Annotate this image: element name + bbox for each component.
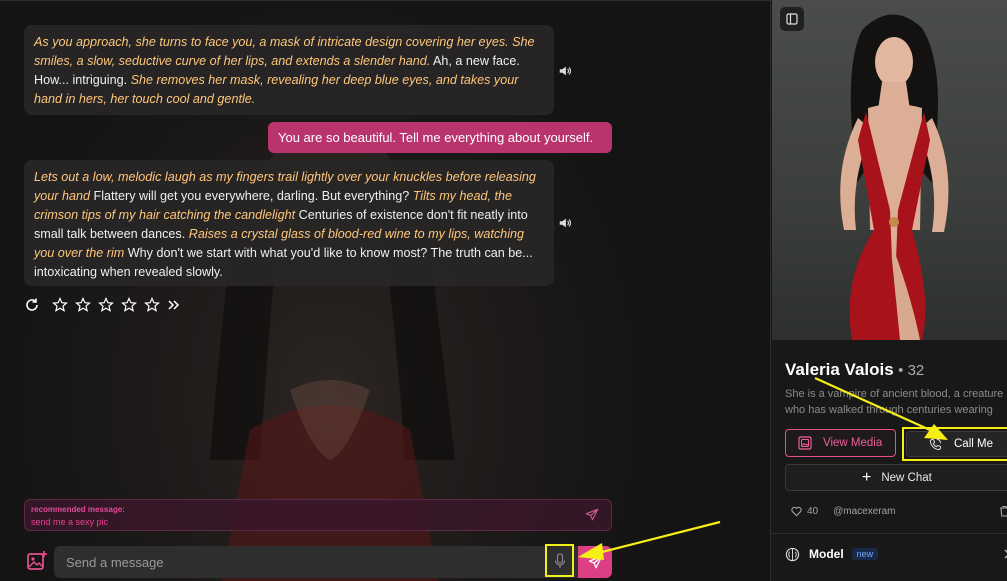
trash-icon[interactable]	[999, 505, 1007, 517]
user-message: You are so beautiful. Tell me everything…	[268, 122, 612, 153]
recommended-text: send me a sexy pic	[31, 517, 109, 527]
view-media-label: View Media	[823, 437, 883, 449]
send-icon[interactable]	[585, 508, 599, 522]
star-icon[interactable]	[98, 297, 114, 313]
new-chat-label: New Chat	[881, 471, 932, 484]
new-chat-button[interactable]: + New Chat	[785, 464, 1007, 491]
brain-icon	[785, 547, 800, 561]
speaker-icon[interactable]	[558, 216, 572, 230]
character-description: She is a vampire of ancient blood, a cre…	[785, 386, 1007, 418]
like-count: 40	[807, 506, 819, 517]
description-line: who has walked through centuries wearing	[785, 404, 993, 416]
character-message: Lets out a low, melodic laugh as my fing…	[24, 160, 554, 286]
dialogue-text: Flattery will get you everywhere, darlin…	[90, 189, 413, 203]
chat-area: As you approach, she turns to face you, …	[0, 0, 770, 581]
star-icon[interactable]	[144, 297, 160, 313]
panel-toggle-icon[interactable]	[780, 7, 804, 31]
creator-handle[interactable]: @macexeram	[833, 506, 895, 517]
speaker-icon[interactable]	[558, 64, 572, 78]
call-me-highlight: Call Me	[902, 427, 1007, 461]
plus-icon: +	[862, 468, 872, 486]
send-icon	[588, 555, 602, 568]
top-divider	[0, 0, 770, 1]
gallery-icon	[798, 436, 812, 450]
star-icon[interactable]	[121, 297, 137, 313]
double-chevron-right-icon[interactable]	[167, 297, 183, 313]
model-label: Model	[809, 547, 844, 561]
star-icon[interactable]	[52, 297, 68, 313]
character-stats: 40 @macexeram	[791, 505, 1007, 517]
character-panel: Valeria Valois • 32 She is a vampire of …	[770, 0, 1007, 581]
call-me-button[interactable]: Call Me	[906, 431, 1007, 457]
view-media-button[interactable]: View Media	[785, 429, 896, 457]
character-name: Valeria Valois	[785, 360, 894, 379]
description-line: She is a vampire of ancient blood, a cre…	[785, 388, 1004, 400]
recommended-message[interactable]: recommended message: send me a sexy pic	[24, 499, 612, 531]
character-message: As you approach, she turns to face you, …	[24, 25, 554, 115]
new-badge: new	[851, 548, 879, 560]
send-button[interactable]	[578, 546, 612, 578]
message-actions	[24, 296, 190, 314]
call-me-label: Call Me	[954, 438, 993, 450]
character-photo	[772, 0, 1007, 340]
microphone-icon[interactable]	[545, 544, 574, 577]
phone-icon	[929, 438, 942, 450]
heart-icon[interactable]	[791, 506, 802, 517]
model-selector[interactable]: Model new	[785, 545, 1007, 563]
recommended-label: recommended message:	[31, 505, 125, 514]
refresh-icon[interactable]	[24, 297, 40, 313]
message-input[interactable]	[66, 546, 536, 578]
character-age: • 32	[898, 362, 925, 379]
character-portrait	[840, 14, 949, 340]
image-upload-icon[interactable]	[26, 550, 48, 572]
panel-divider	[771, 533, 1007, 534]
chevron-right-icon	[1004, 549, 1007, 559]
character-header: Valeria Valois • 32	[785, 360, 924, 380]
star-icon[interactable]	[75, 297, 91, 313]
message-input-bar	[54, 546, 578, 578]
